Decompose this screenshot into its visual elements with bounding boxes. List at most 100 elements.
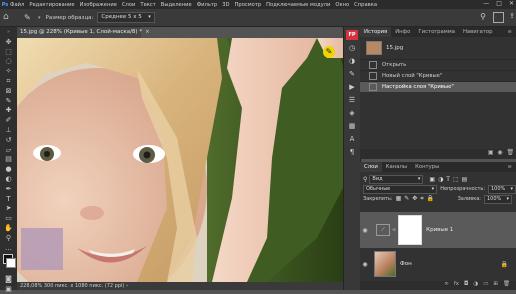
history-state-icon [369,61,377,69]
screen-mode-icon[interactable]: ▣ [0,284,17,294]
chevron-down-icon[interactable]: ▾ [38,15,41,21]
type-tool-icon[interactable]: T [0,194,17,204]
link-icon[interactable]: ∞ [392,227,396,233]
tab-layers[interactable]: Слои [360,162,382,172]
lasso-tool-icon[interactable]: ◌ [0,56,17,66]
close-tab-icon[interactable]: × [145,29,150,35]
menu-file[interactable]: Файл [10,2,24,8]
fx-icon[interactable]: fx [454,281,459,290]
crop-tool-icon[interactable]: ⌗ [0,76,17,86]
close-window-button[interactable]: ✕ [509,0,514,7]
fp-plugin-button[interactable]: FP [346,30,358,40]
quick-select-tool-icon[interactable]: ✧ [0,66,17,76]
layer-row-curves[interactable]: ◉ ⟋ ∞ Кривые 1 [360,212,516,248]
tab-histogram[interactable]: Гистограмма [414,27,459,37]
history-panel-icon[interactable]: ◷ [346,43,358,53]
menu-help[interactable]: Справка [354,2,377,8]
pen-tool-icon[interactable]: ✒ [0,184,17,194]
history-item-label: Настройка слоя "Кривые" [382,84,454,90]
history-snapshot[interactable]: 15.jpg [360,37,516,59]
document-tab[interactable]: 15.jpg @ 228% (Кривые 1, Слой-маска/8) *… [17,27,150,38]
rectangle-tool-icon[interactable]: ▭ [0,213,17,223]
camera-icon[interactable]: ◉ [497,149,502,156]
menu-window[interactable]: Окно [335,2,349,8]
layer-mask-thumbnail[interactable] [398,215,423,245]
eraser-tool-icon[interactable]: ▱ [0,145,17,155]
history-item-active[interactable]: Настройка слоя "Кривые" [360,81,516,92]
new-document-icon[interactable]: ▣ [488,149,494,156]
marquee-tool-icon[interactable]: ⬚ [0,47,17,57]
trash-icon[interactable]: 🗑 [506,149,514,156]
layer-row-background[interactable]: ◉ Фон 🔒 [360,250,516,278]
tab-navigator[interactable]: Навигатор [459,27,497,37]
zoom-tool-icon[interactable]: ⚲ [0,233,17,243]
menu-layers[interactable]: Слои [122,2,135,8]
minimize-button[interactable]: — [483,0,489,7]
add-mask-icon[interactable]: ◘ [464,281,468,290]
history-brush-tool-icon[interactable]: ↺ [0,135,17,145]
panel-collapse-icon[interactable]: » [0,27,17,37]
fill-input[interactable]: 100% [484,194,512,204]
new-adjustment-icon[interactable]: ◑ [473,281,478,290]
more-tools-icon[interactable]: … [0,243,17,253]
opacity-input[interactable]: 100% [488,184,516,194]
tab-paths[interactable]: Контуры [411,162,443,172]
document-canvas[interactable]: ✎ [17,38,343,282]
swatches-icon[interactable]: ▦ [346,121,358,131]
brush-tool-icon[interactable]: ✐ [0,115,17,125]
menu-image[interactable]: Изображение [80,2,117,8]
clone-stamp-tool-icon[interactable]: ⊥ [0,125,17,135]
move-tool-icon[interactable]: ✥ [0,37,17,47]
maximize-button[interactable]: □ [496,0,502,7]
blur-tool-icon[interactable]: ● [0,164,17,174]
eyedropper-tool-icon[interactable]: ✎ [0,96,17,106]
dodge-tool-icon[interactable]: ◐ [0,174,17,184]
menu-view[interactable]: Просмотр [235,2,262,8]
healing-brush-tool-icon[interactable]: ✚ [0,105,17,115]
tab-history[interactable]: История [360,27,392,37]
gradient-tool-icon[interactable]: ▤ [0,154,17,164]
menu-select[interactable]: Выделение [161,2,192,8]
lock-icons[interactable]: ▦✎✥⌗🔒 [396,195,438,203]
frame-tool-icon[interactable]: ⊠ [0,86,17,96]
hand-tool-icon[interactable]: ✋ [0,223,17,233]
learn-icon[interactable]: ◈ [346,108,358,118]
search-icon[interactable]: ⚲ [480,12,486,21]
paragraph-icon[interactable]: ¶ [346,147,358,157]
tab-channels[interactable]: Каналы [382,162,411,172]
background-color-swatch[interactable] [6,258,16,269]
quick-mask-icon[interactable]: ◙ [0,274,17,284]
actions-play-icon[interactable]: ▶ [346,82,358,92]
share-icon[interactable]: ⇪ [509,12,515,20]
menu-plugins[interactable]: Подключаемые модули [266,2,330,8]
menu-type[interactable]: Текст [140,2,155,8]
character-icon[interactable]: A [346,134,358,144]
eyedropper-icon[interactable]: ✎ [24,12,36,24]
adjustments-icon[interactable]: ◑ [346,56,358,66]
brushes-icon[interactable]: ✎ [346,69,358,79]
new-group-icon[interactable]: ▭ [483,281,488,290]
history-item[interactable]: Открыть [360,59,516,70]
menu-filter[interactable]: Фильтр [197,2,218,8]
path-selection-tool-icon[interactable]: ➤ [0,203,17,213]
layer-filter-icons[interactable]: ▣◑T⬚▤ [429,176,470,183]
panel-menu-icon[interactable]: ≡ [504,27,516,37]
menu-3d[interactable]: 3D [222,2,229,8]
workspace-icon[interactable] [493,12,504,23]
menu-edit[interactable]: Редактирование [29,2,74,8]
status-bar: 228,08% 300 пикс. х 1080 пикс. (72 ppi) … [17,282,343,290]
visibility-eye-icon[interactable]: ◉ [360,261,370,268]
delete-layer-icon[interactable]: 🗑 [503,281,510,290]
blend-mode-select[interactable]: Обычные [363,184,438,194]
home-icon[interactable]: ⌂ [3,12,14,23]
tab-info[interactable]: Инфо [391,27,414,37]
new-layer-icon[interactable]: ⊞ [493,281,498,290]
visibility-eye-icon[interactable]: ◉ [360,227,370,234]
link-layers-icon[interactable]: ∞ [444,281,449,290]
layer-filter-select[interactable]: Вид [369,174,424,184]
layers-menu-icon[interactable]: ≡ [504,162,516,172]
history-item[interactable]: Новый слой "Кривые" [360,70,516,81]
properties-icon[interactable]: ☰ [346,95,358,105]
color-swatches[interactable] [0,252,17,274]
sample-size-select[interactable]: Среднее 5 х 5 [97,12,155,23]
